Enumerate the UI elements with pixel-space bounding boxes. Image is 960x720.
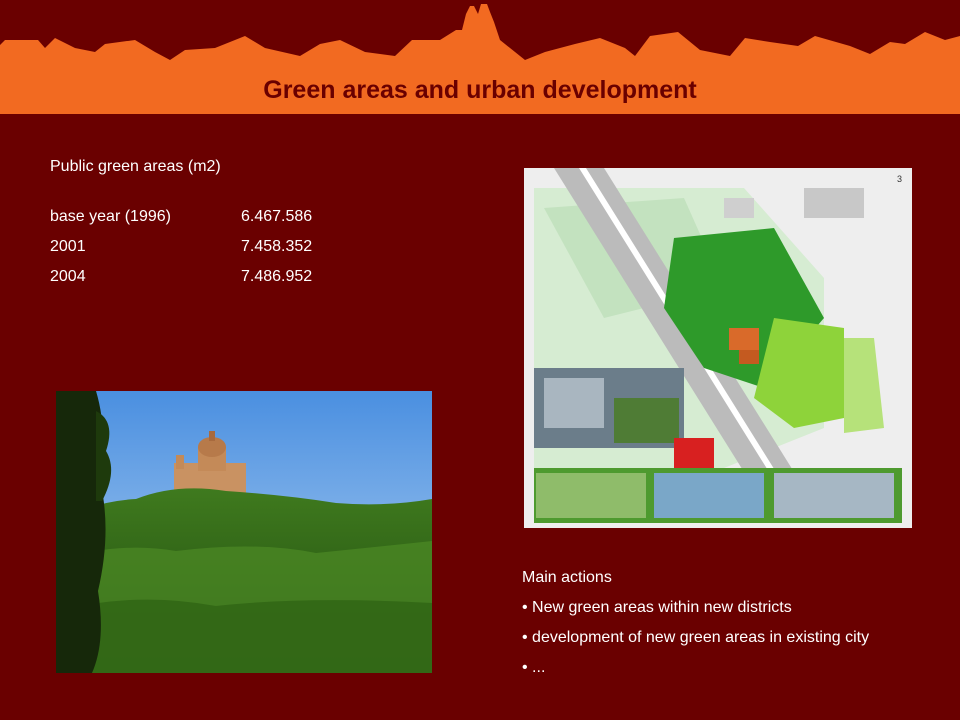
- green-area-stats: Public green areas (m2) base year (1996)…: [50, 158, 312, 296]
- main-actions: Main actions • New green areas within ne…: [522, 567, 869, 687]
- plan-caption: 3: [897, 174, 902, 184]
- action-item-text: ...: [532, 659, 546, 676]
- hillside-sanctuary-photo: [56, 391, 432, 673]
- action-item: • New green areas within new districts: [522, 599, 792, 616]
- stats-row: base year (1996) 6.467.586: [50, 206, 312, 236]
- action-item-text: development of new green areas in existi…: [532, 629, 870, 646]
- stats-heading: Public green areas (m2): [50, 158, 221, 175]
- stats-row: 2004 7.486.952: [50, 266, 312, 296]
- actions-heading: Main actions: [522, 569, 612, 586]
- stats-row-value: 7.458.352: [241, 238, 313, 255]
- stats-row-label: 2004: [50, 268, 86, 285]
- action-item: • ...: [522, 659, 546, 676]
- page-title: Green areas and urban development: [263, 76, 697, 104]
- stats-row-label: 2001: [50, 238, 86, 255]
- stats-row-value: 7.486.952: [241, 268, 313, 285]
- stats-row-label: base year (1996): [50, 208, 171, 225]
- urban-plan-image: 3: [524, 168, 912, 528]
- stats-row: 2001 7.458.352: [50, 236, 312, 266]
- action-item: • development of new green areas in exis…: [522, 629, 870, 646]
- stats-row-value: 6.467.586: [241, 208, 313, 225]
- action-item-text: New green areas within new districts: [532, 599, 792, 616]
